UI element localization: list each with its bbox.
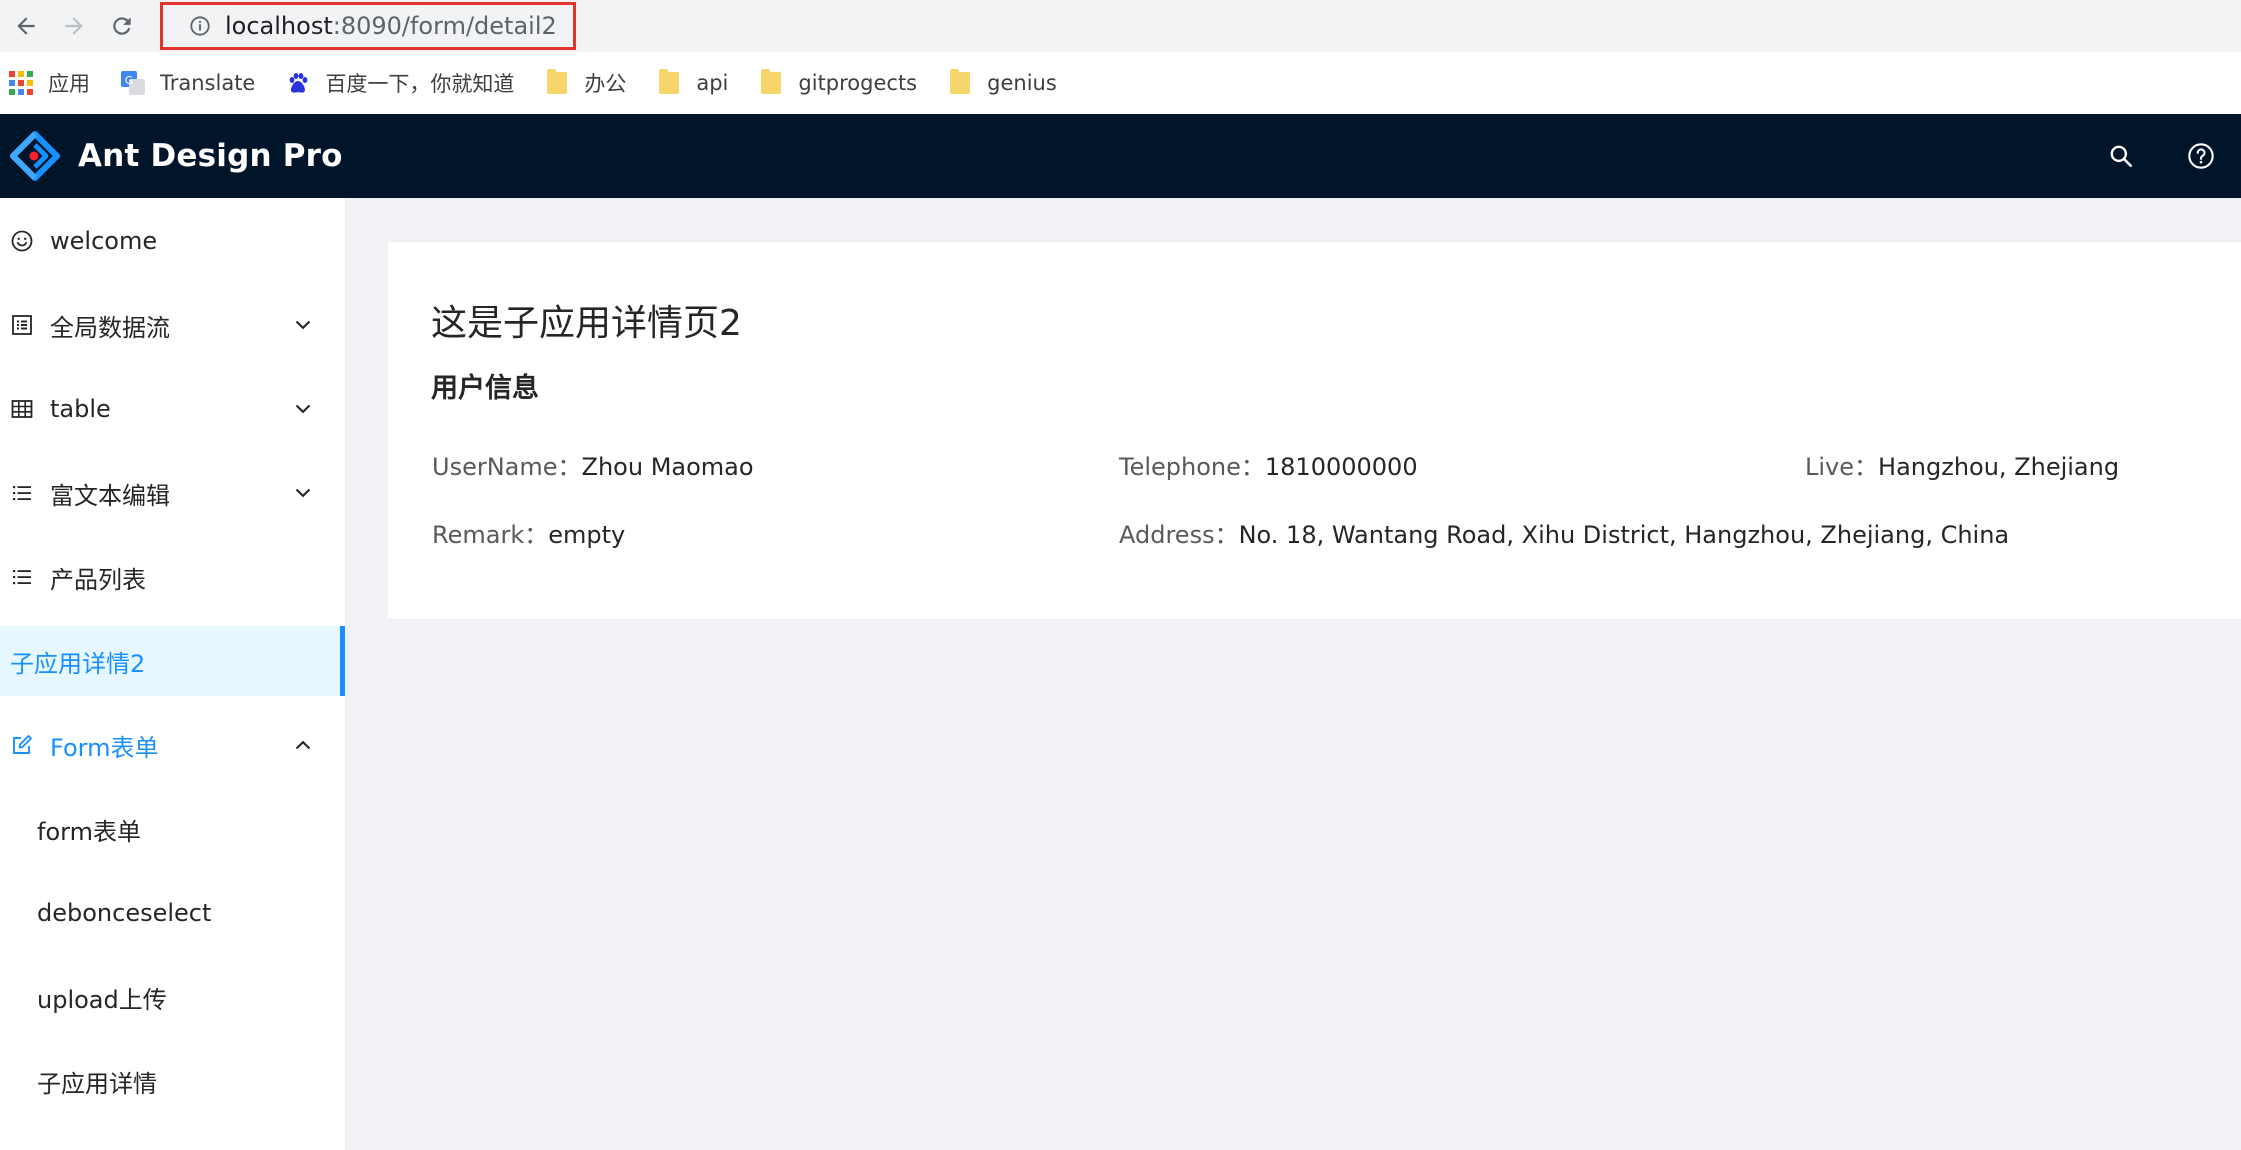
sidebar-item-label: table xyxy=(50,395,111,423)
bookmark-label: 办公 xyxy=(584,72,627,96)
folder-icon xyxy=(544,69,570,96)
list-icon xyxy=(10,565,34,589)
detail-card: 这是子应用详情页2 用户信息 UserName：Zhou Maomao Tele… xyxy=(388,242,2241,619)
smile-icon xyxy=(10,229,34,253)
sidebar-item-label: debonceselect xyxy=(37,899,212,927)
bookmark-label: 百度一下，你就知道 xyxy=(325,72,515,96)
arrow-left-icon xyxy=(17,17,35,35)
brand-title[interactable]: Ant Design Pro xyxy=(78,138,343,174)
google-translate-icon: G xyxy=(120,70,146,96)
field-value: empty xyxy=(548,521,626,549)
field-address: Address：No. 18, Wantang Road, Xihu Distr… xyxy=(1119,515,2009,550)
sidebar-subitem-sub-app-detail[interactable]: 子应用详情 xyxy=(0,1046,345,1116)
browser-toolbar: localhost:8090/form/detail2 xyxy=(0,0,2241,52)
field-value: No. 18, Wantang Road, Xihu District, Han… xyxy=(1238,521,2010,549)
svg-text:G: G xyxy=(125,74,134,87)
sidebar-item-label: Form表单 xyxy=(50,733,159,762)
field-label: Telephone： xyxy=(1119,453,1265,481)
field-live: Live：Hangzhou, Zhejiang xyxy=(1805,447,2119,482)
table-icon xyxy=(10,397,34,421)
field-label: UserName： xyxy=(432,453,582,481)
sidebar-item-label: 子应用详情 xyxy=(37,1069,157,1098)
folder-icon xyxy=(947,69,973,96)
url-host: localhost xyxy=(225,12,333,40)
bookmark-translate[interactable]: G Translate xyxy=(120,70,255,96)
bookmark-label: Translate xyxy=(160,71,256,95)
search-icon[interactable] xyxy=(2081,114,2161,198)
list-icon xyxy=(10,481,34,505)
bookmark-baidu[interactable]: 百度一下，你就知道 xyxy=(285,68,514,98)
sidebar: welcome 全局数据流 table 富文本编辑 产品列表 子应用详情2 Fo… xyxy=(0,198,346,1150)
reload-button[interactable] xyxy=(98,2,146,50)
field-label: Remark： xyxy=(432,521,549,549)
field-username: UserName：Zhou Maomao xyxy=(432,447,754,482)
bookmark-apps[interactable]: 应用 xyxy=(8,68,90,98)
field-label: Address： xyxy=(1119,521,1239,549)
sidebar-item-label: upload上传 xyxy=(37,985,167,1014)
bookmark-label: gitprogects xyxy=(798,71,918,95)
arrow-right-icon xyxy=(65,17,83,35)
field-label: Live： xyxy=(1805,453,1879,481)
sidebar-subitem-form[interactable]: form表单 xyxy=(0,794,345,864)
field-telephone: Telephone：1810000000 xyxy=(1119,447,1418,482)
sidebar-item-sub-app-detail-2[interactable]: 子应用详情2 xyxy=(0,626,345,696)
info-icon[interactable] xyxy=(189,15,211,37)
sidebar-item-global-dataflow[interactable]: 全局数据流 xyxy=(0,290,345,360)
sidebar-item-welcome[interactable]: welcome xyxy=(0,206,345,276)
sidebar-item-label: 产品列表 xyxy=(50,565,146,594)
sidebar-item-form[interactable]: Form表单 xyxy=(0,710,345,780)
sidebar-item-label: form表单 xyxy=(37,817,141,846)
bookmark-label: 应用 xyxy=(48,72,90,96)
page-title: 这是子应用详情页2 xyxy=(431,303,742,344)
chevron-down-icon xyxy=(291,397,315,421)
baidu-paw-icon xyxy=(285,70,311,96)
sidebar-item-label: 全局数据流 xyxy=(50,313,170,342)
field-value: Hangzhou, Zhejiang xyxy=(1878,453,2120,481)
profile-icon xyxy=(10,313,34,337)
sidebar-item-product-list[interactable]: 产品列表 xyxy=(0,542,345,612)
chevron-down-icon xyxy=(291,313,315,337)
ant-design-logo-icon[interactable] xyxy=(10,131,60,181)
header-actions xyxy=(2081,114,2241,198)
app-header: Ant Design Pro xyxy=(0,114,2241,198)
bookmark-folder-office[interactable]: 办公 xyxy=(544,68,626,98)
section-title: 用户信息 xyxy=(431,373,539,404)
sidebar-subitem-debonceselect[interactable]: debonceselect xyxy=(0,878,345,948)
reload-icon xyxy=(113,17,131,35)
sidebar-item-rich-text[interactable]: 富文本编辑 xyxy=(0,458,345,528)
sidebar-item-label: 富文本编辑 xyxy=(50,481,170,510)
field-value: Zhou Maomao xyxy=(581,453,754,481)
sidebar-item-label: welcome xyxy=(50,227,158,255)
chevron-up-icon xyxy=(291,733,315,757)
folder-icon xyxy=(656,69,682,96)
forward-button[interactable] xyxy=(50,2,98,50)
sidebar-subitem-upload[interactable]: upload上传 xyxy=(0,962,345,1032)
bookmark-label: genius xyxy=(987,71,1057,95)
url-path: :8090/form/detail2 xyxy=(332,12,557,40)
edit-icon xyxy=(10,733,34,757)
sidebar-item-label: 子应用详情2 xyxy=(10,649,146,678)
bookmarks-bar: 应用 G Translate 百度一下，你就知道 办公 api gitproge… xyxy=(0,52,2241,114)
field-remark: Remark：empty xyxy=(432,515,625,550)
question-circle-icon[interactable] xyxy=(2161,114,2241,198)
address-bar[interactable]: localhost:8090/form/detail2 xyxy=(160,2,576,50)
apps-grid-icon xyxy=(8,70,34,96)
bookmark-folder-genius[interactable]: genius xyxy=(947,69,1057,96)
bookmark-folder-api[interactable]: api xyxy=(656,69,729,96)
back-button[interactable] xyxy=(2,2,50,50)
field-value: 1810000000 xyxy=(1264,453,1418,481)
folder-icon xyxy=(758,69,784,96)
bookmark-label: api xyxy=(696,71,729,95)
sidebar-item-table[interactable]: table xyxy=(0,374,345,444)
chevron-down-icon xyxy=(291,481,315,505)
bookmark-folder-gitprogects[interactable]: gitprogects xyxy=(758,69,918,96)
